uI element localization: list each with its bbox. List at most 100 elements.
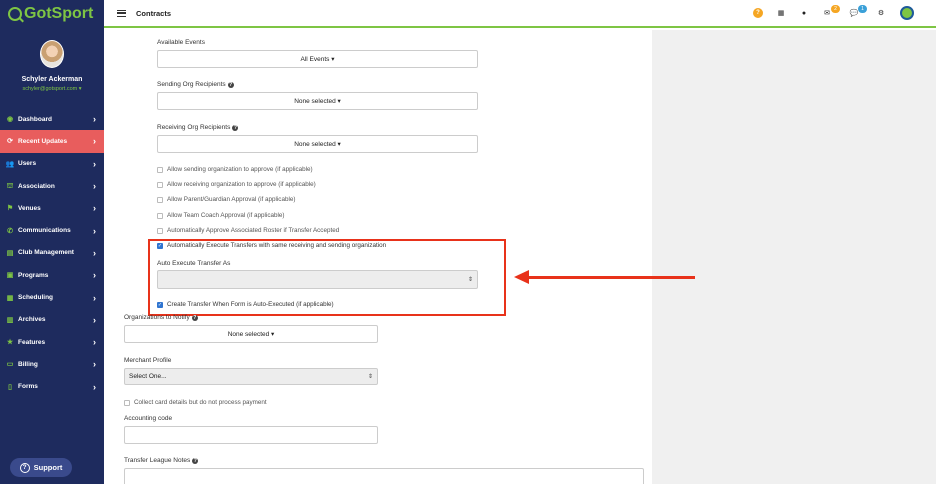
checkbox-box[interactable] <box>157 166 163 173</box>
scheduling-icon: ▦ <box>6 294 14 302</box>
sidebar-item-recent-updates[interactable]: ⟳ Recent Updates › <box>0 130 104 153</box>
checkbox-label: Allow receiving organization to approve … <box>167 181 316 188</box>
sidebar-item-label: Venues <box>18 204 41 212</box>
sidebar-item-users[interactable]: 👥 Users › <box>0 153 104 175</box>
chevron-right-icon: › <box>93 203 96 214</box>
merchant-profile-label: Merchant Profile <box>124 357 172 364</box>
checkbox-label: Automatically Approve Associated Roster … <box>167 227 340 234</box>
hamburger-menu-icon[interactable] <box>117 9 126 17</box>
billing-icon: ▭ <box>6 361 14 369</box>
sidebar-item-label: Club Management <box>18 249 74 257</box>
checkbox-label: Collect card details but do not process … <box>134 399 267 406</box>
qr-code-icon[interactable]: ▦ <box>776 8 786 18</box>
sidebar-item-label: Programs <box>18 271 49 279</box>
sending-org-dropdown[interactable]: None selected ▾ <box>157 92 478 110</box>
orgs-notify-dropdown[interactable]: None selected ▾ <box>124 325 378 343</box>
sidebar-item-programs[interactable]: ▣ Programs › <box>0 264 104 286</box>
sending-org-label-text: Sending Org Recipients <box>157 81 226 88</box>
allow-receiving-approve-checkbox[interactable]: Allow receiving organization to approve … <box>157 181 316 188</box>
annotation-arrow-shaft <box>527 276 695 279</box>
sidebar-item-label: Recent Updates <box>18 137 68 145</box>
sidebar-item-dashboard[interactable]: ◉ Dashboard › <box>0 108 104 130</box>
sidebar-item-association[interactable]: ⛫ Association › <box>0 175 104 197</box>
archives-icon: ▥ <box>6 316 14 324</box>
forms-icon: ▯ <box>8 383 12 391</box>
highlight-box <box>148 239 506 316</box>
allow-sending-approve-checkbox[interactable]: Allow sending organization to approve (i… <box>157 166 313 173</box>
checkbox-box[interactable] <box>124 399 130 406</box>
right-pane <box>652 30 936 484</box>
available-events-dropdown[interactable]: All Events ▾ <box>157 50 478 68</box>
allow-coach-approval-checkbox[interactable]: Allow Team Coach Approval (if applicable… <box>157 212 285 219</box>
allow-parent-approval-checkbox[interactable]: Allow Parent/Guardian Approval (if appli… <box>157 196 295 203</box>
checkbox-box[interactable] <box>157 227 163 234</box>
sidebar-item-label: Scheduling <box>18 294 54 302</box>
help-icon[interactable]: ? <box>227 82 234 88</box>
receiving-org-label-text: Receiving Org Recipients <box>157 124 231 131</box>
checkbox-label: Allow Parent/Guardian Approval (if appli… <box>167 196 296 203</box>
sidebar: GotSport Schyler Ackerman schyler@gotspo… <box>0 0 104 484</box>
checkbox-box[interactable] <box>157 196 163 203</box>
orgs-notify-label: Organizations to Notify? <box>124 314 198 321</box>
chevron-right-icon: › <box>93 292 96 303</box>
top-icons: ? ▦ ● ✉ 2 💬 1 ⚙ <box>740 5 914 20</box>
checkbox-label: Allow sending organization to approve (i… <box>167 166 313 173</box>
sidebar-item-scheduling[interactable]: ▦ Scheduling › <box>0 286 104 308</box>
league-notes-label: Transfer League Notes? <box>124 457 199 464</box>
receiving-org-dropdown[interactable]: None selected ▾ <box>157 135 478 153</box>
sidebar-item-forms[interactable]: ▯ Forms › <box>0 376 104 398</box>
user-email[interactable]: schyler@gotsport.com ▾ <box>0 86 104 92</box>
checkbox-box[interactable] <box>157 212 163 219</box>
support-button[interactable]: ? Support <box>10 458 72 477</box>
chat-badge: 1 <box>858 5 867 13</box>
user-name: Schyler Ackerman <box>21 76 83 83</box>
help-icon[interactable]: ? <box>192 458 199 464</box>
sidebar-item-communications[interactable]: ✆ Communications › <box>0 219 104 241</box>
collect-card-checkbox[interactable]: Collect card details but do not process … <box>124 399 267 406</box>
merchant-profile-select[interactable]: Select One... ⇕ <box>124 368 378 385</box>
programs-icon: ▣ <box>6 272 14 280</box>
select-arrows-icon: ⇕ <box>367 374 373 380</box>
sidebar-nav: ◉ Dashboard › ⟳ Recent Updates › 👥 Users › ⛫ Assoc… <box>0 108 104 398</box>
user-icon[interactable]: ● <box>799 8 809 18</box>
checkbox-label: Allow Team Coach Approval (if applicable… <box>167 212 285 219</box>
help-icon[interactable]: ? <box>232 125 239 131</box>
question-icon: ? <box>19 462 30 473</box>
checkbox-box[interactable] <box>157 181 163 188</box>
gear-icon[interactable]: ⚙ <box>876 8 886 18</box>
accounting-code-input[interactable] <box>124 426 378 444</box>
auto-approve-roster-checkbox[interactable]: Automatically Approve Associated Roster … <box>157 227 339 234</box>
page-title: Contracts <box>136 8 172 18</box>
features-icon: ★ <box>6 339 14 347</box>
chat-icon[interactable]: 💬 1 <box>849 5 867 18</box>
help-icon[interactable]: ? <box>753 8 763 18</box>
orgs-notify-label-text: Organizations to Notify <box>124 314 190 321</box>
support-label: Support <box>33 463 63 472</box>
communications-icon: ✆ <box>7 227 13 235</box>
help-icon[interactable]: ? <box>191 315 198 321</box>
sidebar-item-venues[interactable]: ⚑ Venues › <box>0 197 104 219</box>
chevron-right-icon: › <box>93 337 96 348</box>
avatar[interactable] <box>40 40 64 68</box>
annotation-arrow-icon <box>514 270 529 284</box>
sidebar-item-billing[interactable]: ▭ Billing › <box>0 353 104 375</box>
receiving-org-label: Receiving Org Recipients? <box>157 124 239 131</box>
club-logo-icon[interactable] <box>900 6 914 20</box>
sidebar-item-label: Forms <box>18 383 38 391</box>
user-profile: Schyler Ackerman schyler@gotsport.com ▾ <box>0 28 104 108</box>
logo-icon <box>8 7 22 21</box>
sidebar-item-features[interactable]: ★ Features › <box>0 331 104 353</box>
sidebar-item-club-management[interactable]: ▤ Club Management › <box>0 242 104 264</box>
chevron-right-icon: › <box>93 359 96 370</box>
sidebar-item-archives[interactable]: ▥ Archives › <box>0 309 104 331</box>
gotsport-logo[interactable]: GotSport <box>0 0 104 28</box>
association-icon: ⛫ <box>6 182 14 190</box>
user-email-text: schyler@gotsport.com <box>22 86 78 92</box>
league-notes-textarea[interactable] <box>124 468 644 484</box>
chevron-right-icon: › <box>93 270 96 281</box>
sidebar-item-label: Dashboard <box>18 115 52 123</box>
mail-icon[interactable]: ✉ 2 <box>822 5 840 18</box>
users-icon: 👥 <box>5 160 15 168</box>
sidebar-item-label: Features <box>18 338 46 346</box>
sidebar-item-label: Archives <box>18 316 46 324</box>
